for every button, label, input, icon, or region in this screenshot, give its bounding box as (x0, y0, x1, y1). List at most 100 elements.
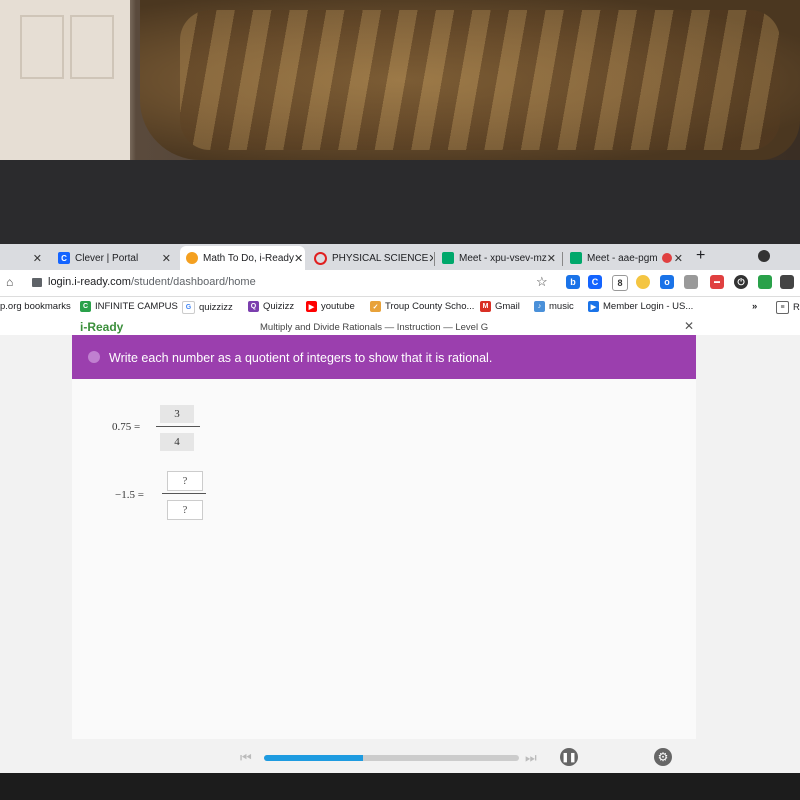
bookmark-music[interactable]: ♪ music (534, 301, 574, 312)
address-bar-row: ⌂ login.i-ready.com/student/dashboard/ho… (0, 270, 800, 297)
player-controls: ⏮ ⏭ ❚❚ ⚙ (200, 742, 690, 772)
new-tab-button[interactable]: + (696, 244, 716, 268)
tab-iready[interactable]: Math To Do, i-Ready ✕ (180, 246, 305, 270)
tab-close-icon[interactable]: ✕ (162, 252, 171, 265)
bookmark-label: INFINITE CAMPUS (95, 301, 178, 312)
extension-cast-icon[interactable] (758, 275, 772, 289)
skip-back-button[interactable]: ⏮ (240, 750, 252, 766)
tab-0[interactable]: ✕ (0, 246, 48, 270)
problem-1-denominator: 4 (160, 433, 194, 451)
meet-favicon-icon (570, 252, 582, 264)
url-path: /student/dashboard/home (130, 276, 256, 288)
bookmark-label: youtube (321, 301, 355, 312)
problem-2-numerator-input[interactable]: ? (167, 471, 203, 491)
more-bookmarks-button[interactable]: » (752, 301, 757, 312)
tab-label: Math To Do, i-Ready (203, 252, 294, 264)
tab-meet-1[interactable]: Meet - xpu-vsev-mz ✕ (436, 246, 561, 270)
extension-incognito-icon[interactable]: 8 (612, 275, 628, 291)
quizizz-icon: Q (248, 301, 259, 312)
bookmark-label: Troup County Scho... (385, 301, 475, 312)
tab-close-icon[interactable]: ✕ (428, 252, 433, 265)
bookmark-label: music (549, 301, 574, 312)
pause-button[interactable]: ❚❚ (560, 748, 578, 766)
fraction-bar (162, 493, 206, 494)
url-field[interactable]: login.i-ready.com/student/dashboard/home (48, 276, 256, 288)
bookmark-label: Gmail (495, 301, 520, 312)
bookmark-quizzizz[interactable]: Gquizzizz (182, 301, 233, 314)
tab-label: Meet - xpu-vsev-mz (459, 252, 547, 264)
bookmark-star-icon[interactable]: ☆ (536, 274, 548, 290)
laptop-bottom-bezel (0, 773, 800, 800)
problem-2-lhs: −1.5 = (115, 489, 144, 501)
reading-list-label: Re (793, 302, 800, 313)
recording-indicator-icon (661, 253, 672, 263)
member-login-icon: ▶ (588, 301, 599, 312)
tab-close-icon[interactable]: ✕ (674, 252, 683, 265)
site-info-icon[interactable] (32, 278, 42, 287)
extension-shield-icon[interactable]: o (660, 275, 674, 289)
iready-logo: i-Ready (80, 320, 124, 334)
bookmark-org[interactable]: p.org bookmarks (0, 301, 71, 312)
tab-label: Meet - aae-pgm (587, 252, 658, 264)
lesson-title: Multiply and Divide Rationals — Instruct… (260, 322, 489, 333)
bookmark-gmail[interactable]: M Gmail (480, 301, 520, 312)
youtube-icon: ▶ (306, 301, 317, 312)
progress-fill (264, 755, 364, 761)
reading-list-icon: ≡ (776, 301, 789, 314)
profile-menu-icon[interactable] (758, 250, 770, 262)
bookmark-troup-county[interactable]: ✓ Troup County Scho... (370, 301, 474, 312)
bookmark-quizizz[interactable]: Q Quizizz (248, 301, 294, 312)
tab-physical-science[interactable]: PHYSICAL SCIENCE ✕ (308, 246, 433, 270)
extension-b-icon[interactable]: b (566, 275, 580, 289)
google-icon: G (182, 301, 195, 314)
couch-pattern (180, 10, 780, 150)
problem-2-denominator-input[interactable]: ? (167, 500, 203, 520)
tab-clever[interactable]: C Clever | Portal ✕ (52, 246, 177, 270)
infinite-campus-icon: C (80, 301, 91, 312)
physical-science-favicon-icon (314, 251, 327, 265)
troup-county-icon: ✓ (370, 301, 381, 312)
tab-meet-2[interactable]: Meet - aae-pgm ✕ (564, 246, 689, 270)
extension-smiley-icon[interactable] (636, 275, 650, 289)
bookmark-member-login[interactable]: ▶ Member Login - US... (588, 301, 693, 312)
bookmark-label: Quizizz (263, 301, 295, 312)
extension-power-icon[interactable]: ⏻ (734, 275, 748, 289)
tab-close-icon[interactable]: ✕ (547, 252, 556, 265)
door-panel (20, 15, 64, 79)
gmail-icon: M (480, 301, 491, 312)
iready-favicon-icon (186, 252, 198, 264)
bookmark-youtube[interactable]: ▶ youtube (306, 301, 355, 312)
lesson-header: i-Ready Multiply and Divide Rationals — … (0, 319, 800, 335)
prompt-banner: Write each number as a quotient of integ… (72, 335, 696, 379)
laptop-bezel (0, 160, 800, 351)
tab-label: PHYSICAL SCIENCE (332, 252, 429, 264)
extension-puzzle-icon[interactable] (684, 275, 698, 289)
extension-red-icon[interactable]: ▬ (710, 275, 724, 289)
iready-page: i-Ready Multiply and Divide Rationals — … (0, 319, 800, 800)
problem-1-numerator: 3 (160, 405, 194, 423)
home-icon[interactable]: ⌂ (6, 275, 13, 289)
bookmark-infinite-campus[interactable]: C INFINITE CAMPUS (80, 301, 178, 312)
extension-grid-icon[interactable] (780, 275, 794, 289)
problem-area: 0.75 = 3 4 −1.5 = ? ? (72, 379, 696, 739)
tab-close-icon[interactable]: ✕ (33, 252, 42, 265)
reading-list-button[interactable]: ≡ Re (776, 301, 800, 314)
tab-label: Clever | Portal (75, 252, 139, 264)
clever-favicon-icon: C (58, 252, 70, 264)
close-lesson-button[interactable]: ✕ (684, 319, 694, 333)
door-background (0, 0, 130, 160)
tab-separator (434, 252, 435, 266)
tab-separator (562, 252, 563, 266)
lesson-progress-bar (264, 755, 519, 761)
music-icon: ♪ (534, 301, 545, 312)
bookmark-label: quizzizz (199, 302, 233, 313)
bookmark-label: p.org bookmarks (0, 301, 71, 312)
skip-forward-button[interactable]: ⏭ (525, 750, 537, 766)
bookmarks-bar: p.org bookmarks C INFINITE CAMPUS Gquizzi… (0, 297, 800, 320)
extension-clever-icon[interactable]: C (588, 275, 602, 289)
speaker-icon[interactable] (88, 351, 100, 363)
prompt-text: Write each number as a quotient of integ… (109, 351, 493, 365)
settings-gear-icon[interactable]: ⚙ (654, 748, 672, 766)
tab-close-icon[interactable]: ✕ (294, 252, 303, 265)
tab-strip: ✕ C Clever | Portal ✕ Math To Do, i-Read… (0, 244, 800, 270)
